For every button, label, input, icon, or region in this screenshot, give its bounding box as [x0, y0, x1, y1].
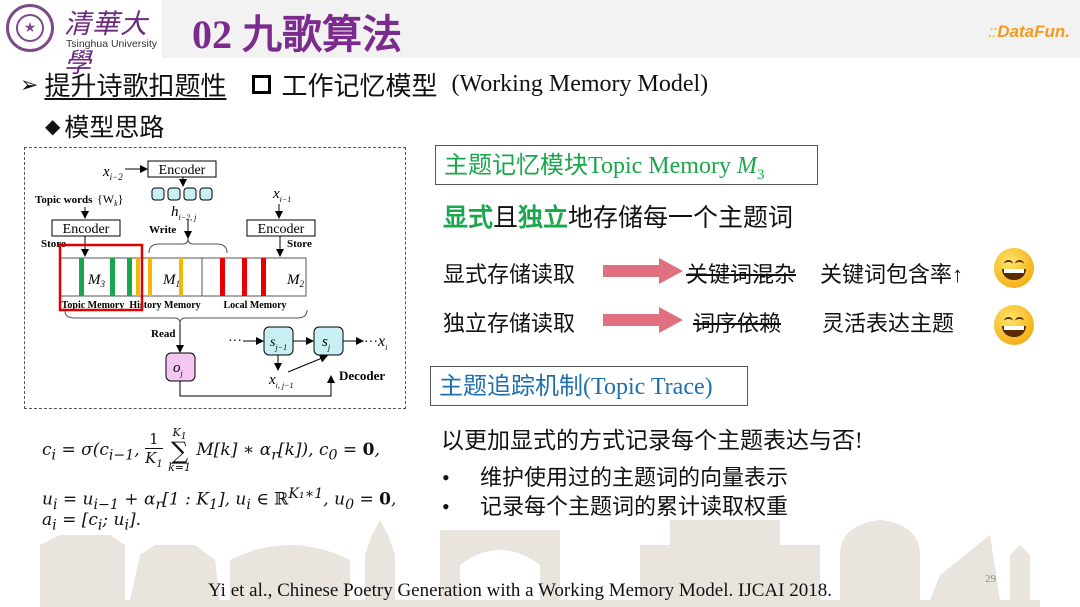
university-name-en: Tsinghua University [66, 38, 158, 50]
bullet-level2: ◆ 模型思路 [45, 108, 164, 144]
store-label-right: Store [287, 238, 312, 250]
reference-citation: Yi et al., Chinese Poetry Generation wit… [208, 580, 832, 601]
equation-u: ui = ui−1 + αr[1 : K1], ui ∈ ℝK₁∗1, u0 =… [42, 486, 397, 514]
encoder-label-top: Encoder [159, 163, 206, 178]
grinning-face-icon [994, 305, 1034, 345]
x-i-output: ···xi [364, 333, 387, 352]
equation-c: ci = σ(ci−1, 1 K1 K1 ∑ k=1 M[k] ∗ αr[k]), c… [42, 426, 380, 475]
struck-keyword-mixing: 关键词混杂 [686, 262, 797, 287]
struck-word-order: 词序依赖 [693, 311, 782, 336]
x-i-1-label: xi−1 [272, 186, 291, 204]
working-memory-diagram: xi−2 Encoder hi−2, j Topic words {Wk} En… [24, 147, 406, 409]
slide-title: 02 九歌算法 [192, 12, 402, 57]
keyword-inclusion-result: 关键词包含率↑ [820, 262, 964, 287]
dots-icon: ⁚⁚ [987, 26, 996, 40]
read-label: Read [151, 328, 175, 340]
bullet-dot-icon: • [442, 494, 450, 519]
datafun-logo: ⁚⁚ DataFun. [987, 22, 1070, 41]
ellipsis-left: ··· [228, 334, 242, 349]
topic-memory-heading: 主题记忆模块Topic Memory M3 [435, 145, 818, 185]
topic-memory-desc: 显式且独立地存储每一个主题词 [443, 205, 794, 232]
x-ij-label: xi, j−1 [268, 372, 294, 390]
logo-area: ★ 清華大學 Tsinghua University [0, 0, 162, 79]
write-label: Write [149, 224, 176, 236]
section-label: 提升诗歌扣题性 [44, 72, 227, 101]
topic-trace-heading: 主题追踪机制(Topic Trace) [430, 366, 748, 406]
topic-trace-desc: 以更加显式的方式记录每个主题表达与否! [441, 428, 863, 453]
diamond-bullet-icon: ◆ [45, 115, 61, 138]
arrow-right-icon [603, 307, 683, 333]
university-seal-icon: ★ [6, 4, 54, 52]
decoder-label: Decoder [339, 368, 385, 383]
encoder-label-topic: Encoder [63, 222, 110, 237]
independent-storage-label: 独立存储读取 [443, 311, 576, 336]
list-item: • 维护使用过的主题词的向量表示 [442, 465, 789, 490]
local-memory-label: Local Memory [223, 300, 286, 311]
encoder-label-local: Encoder [258, 222, 305, 237]
hidden-states [151, 187, 213, 201]
x-i-2-label: xi−2 [102, 164, 123, 182]
arrow-right-icon [603, 258, 683, 284]
topic-words-label: Topic words [35, 194, 93, 206]
flexible-topic-result: 灵活表达主题 [822, 311, 955, 336]
model-name-en: (Working Memory Model) [451, 71, 709, 97]
h-label: hi−2, j [171, 204, 197, 222]
topic-words-set: {Wk} [97, 192, 123, 208]
header-bar: ★ 清華大學 Tsinghua University 02 九歌算法 ⁚⁚ Dat… [0, 0, 1080, 79]
grinning-face-icon [994, 248, 1034, 288]
square-bullet-icon [252, 75, 272, 94]
bullet-level1: ➢ 提升诗歌扣题性 工作记忆模型 (Working Memory Model) [20, 66, 708, 103]
subsection-label: 模型思路 [64, 115, 165, 142]
diagram-svg: xi−2 Encoder hi−2, j Topic words {Wk} En… [35, 160, 387, 397]
model-name-cn: 工作记忆模型 [281, 72, 438, 101]
page-number: 29 [985, 573, 996, 585]
bullet-dot-icon: • [442, 465, 450, 490]
arrow-bullet-icon: ➢ [20, 71, 39, 97]
list-item: • 记录每个主题词的累计读取权重 [442, 494, 789, 519]
explicit-storage-label: 显式存储读取 [443, 262, 576, 287]
